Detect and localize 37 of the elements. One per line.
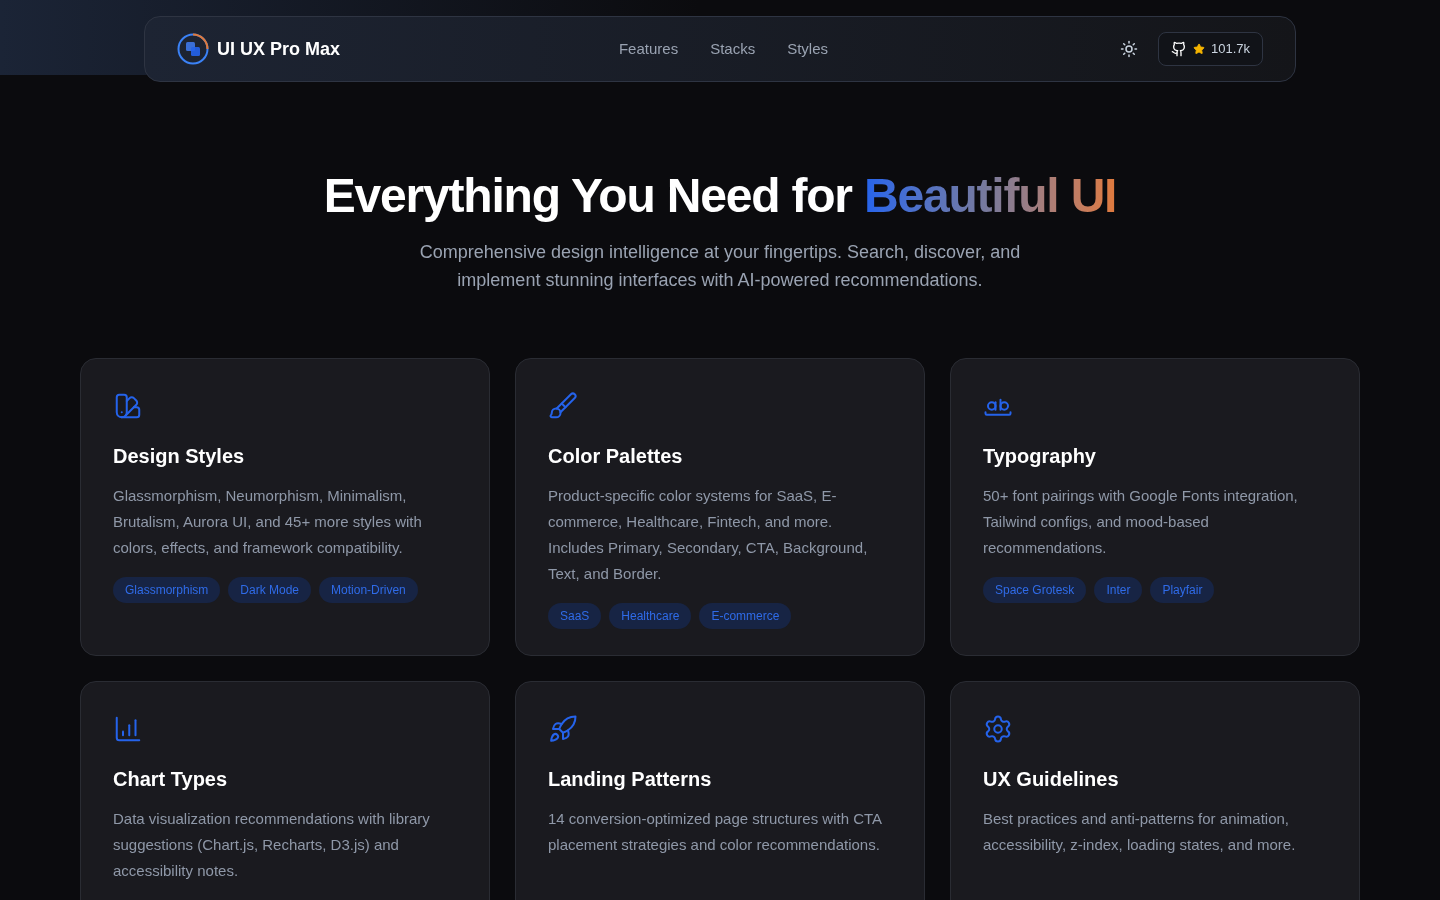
card-description: Data visualization recommendations with library suggestions (Chart.js, Recharts, D3.js) and accessibility notes.: [113, 809, 431, 881]
nav-link[interactable]: Styles: [787, 37, 828, 61]
hero-subtitle: Comprehensive design intelligence at your fingertips. Search, discover, and implement stunning interfaces with AI-powered recommendations.: [418, 241, 1022, 292]
card-description: Product-specific color systems for SaaS, E-commerce, Healthcare, Fintech, and more. Includes Primary, Secondary, CTA, Background, Text, and Border.: [548, 486, 869, 584]
tag: E-commerce: [699, 603, 792, 629]
tag: Dark Mode: [228, 577, 312, 603]
nav-link[interactable]: Stacks: [710, 37, 756, 61]
card-description: Glassmorphism, Neumorphism, Minimalism, Brutalism, Aurora UI, and 45+ more styles with colors, effects, and framework compatibility.: [113, 486, 423, 558]
tag: SaaS: [548, 603, 602, 629]
brush-icon: [548, 391, 578, 421]
card-title: Chart Types: [113, 767, 229, 792]
tag: Space Grotesk: [983, 577, 1087, 603]
card-title: Landing Patterns: [548, 767, 713, 792]
gear-icon: [983, 714, 1013, 744]
tag: Playfair: [1150, 577, 1215, 603]
rocket-icon: [548, 714, 578, 744]
bar-chart-icon: [113, 714, 143, 744]
hero-title: Everything You Need for Beautiful UI: [323, 168, 1117, 224]
card-title: Design Styles: [113, 444, 246, 469]
card-title: Typography: [983, 444, 1097, 469]
tag: Healthcare: [609, 603, 692, 629]
tag: Inter: [1094, 577, 1143, 603]
swatch-icon: [113, 391, 143, 421]
nav-link[interactable]: Features: [618, 37, 679, 61]
brand-name: UI UX Pro Max: [217, 38, 341, 61]
card-description: Best practices and anti-patterns for animation, accessibility, z-index, loading states, and more.: [983, 809, 1297, 855]
card-title: Color Palettes: [548, 444, 684, 469]
card-title: UX Guidelines: [983, 767, 1120, 792]
tag: Glassmorphism: [113, 577, 221, 603]
card-description: 14 conversion-optimized page structures with CTA placement strategies and color recommendations.: [548, 809, 883, 855]
github-icon: [1170, 41, 1187, 57]
star-icon: [1192, 43, 1205, 55]
logo-icon: [177, 33, 209, 65]
github-stars-button[interactable]: 101.7k: [1157, 32, 1263, 66]
theme-toggle-button[interactable]: [1119, 40, 1138, 58]
tag: Motion-Driven: [319, 577, 418, 603]
card-description: 50+ font pairings with Google Fonts integration, Tailwind configs, and mood-based recommendations.: [983, 486, 1299, 558]
